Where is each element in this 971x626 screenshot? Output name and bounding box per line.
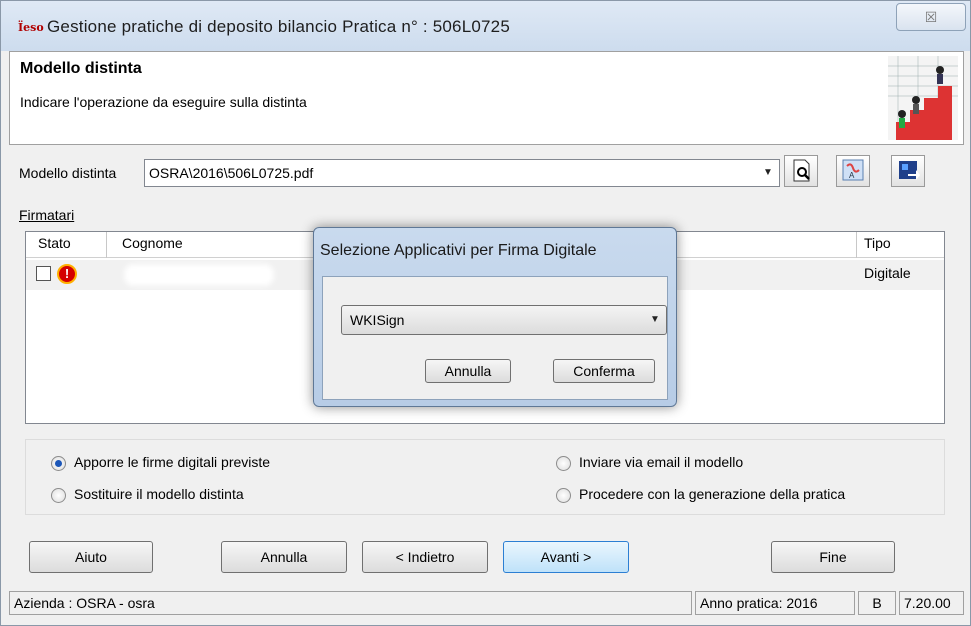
wizard-header: Modello distinta Indicare l'operazione d… [9,51,964,145]
sign-document-button[interactable]: A [836,155,870,187]
firma-digitale-dialog: Selezione Applicativi per Firma Digitale… [313,227,677,407]
status-bar: Azienda : OSRA - osra Anno pratica: 2016… [9,591,964,615]
dialog-conferma-button[interactable]: Conferma [553,359,655,383]
window-title: Gestione pratiche di deposito bilancio P… [47,17,510,36]
redacted-name [124,264,274,286]
stairs-illustration-icon [888,56,958,140]
aiuto-button[interactable]: Aiuto [29,541,153,573]
column-header-cognome[interactable]: Cognome [122,235,183,251]
column-header-stato[interactable]: Stato [38,235,71,251]
radio-inviare-label[interactable]: Inviare via email il modello [579,454,743,470]
fine-button[interactable]: Fine [771,541,895,573]
applicativo-select[interactable]: WKISign ▼ [341,305,667,335]
radio-sostituire[interactable] [51,488,66,503]
options-group: Apporre le firme digitali previste Sosti… [25,439,945,515]
indietro-button[interactable]: < Indietro [362,541,488,573]
modello-distinta-label: Modello distinta [19,165,117,181]
annulla-button[interactable]: Annulla [221,541,347,573]
radio-inviare[interactable] [556,456,571,471]
title-bar: Ïeso Gestione pratiche di deposito bilan… [1,1,970,51]
applicativo-value: WKISign [350,312,405,328]
dialog-annulla-button[interactable]: Annulla [425,359,511,383]
status-code: B [858,591,896,615]
radio-procedere-label[interactable]: Procedere con la generazione della prati… [579,486,845,502]
signed-document-icon: A [842,159,864,181]
page-title: Modello distinta [20,60,142,77]
status-anno: Anno pratica: 2016 [695,591,855,615]
radio-apporre[interactable] [51,456,66,471]
column-divider[interactable] [106,232,107,258]
column-header-tipo[interactable]: Tipo [864,235,891,251]
chevron-down-icon[interactable]: ▼ [759,163,777,183]
chevron-down-icon[interactable]: ▼ [646,310,664,330]
page-subtitle: Indicare l'operazione da eseguire sulla … [20,94,307,110]
close-icon: ☒ [924,9,938,25]
warning-icon: ! [57,264,77,284]
svg-text:A: A [849,171,855,180]
app-logo-icon: Ïeso [18,21,44,34]
column-divider[interactable] [856,232,857,258]
dialog-title: Selezione Applicativi per Firma Digitale [320,242,597,259]
main-window: Ïeso Gestione pratiche di deposito bilan… [0,0,971,626]
preview-button[interactable] [784,155,818,187]
firmatari-label: Firmatari [19,207,75,223]
close-button[interactable]: ☒ [896,3,966,31]
radio-procedere[interactable] [556,488,571,503]
status-version: 7.20.00 [899,591,964,615]
row-tipo: Digitale [864,265,911,281]
document-magnifier-icon [793,159,810,182]
modello-distinta-value: OSRA\2016\506L0725.pdf [149,165,314,181]
export-icon [899,161,920,180]
export-button[interactable] [891,155,925,187]
status-azienda: Azienda : OSRA - osra [9,591,692,615]
radio-sostituire-label[interactable]: Sostituire il modello distinta [74,486,244,502]
modello-distinta-combo[interactable]: OSRA\2016\506L0725.pdf ▼ [144,159,780,187]
dialog-body: WKISign ▼ Annulla Conferma [322,276,668,400]
row-checkbox[interactable] [36,266,51,281]
avanti-button[interactable]: Avanti > [503,541,629,573]
radio-apporre-label[interactable]: Apporre le firme digitali previste [74,454,270,470]
